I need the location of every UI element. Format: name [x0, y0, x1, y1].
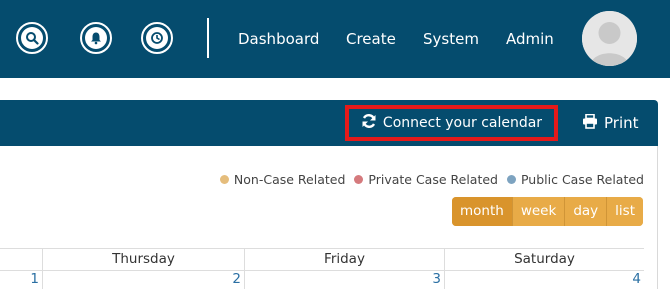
history-button[interactable] — [141, 22, 173, 54]
calendar-grid: Thursday Friday Saturday 1 2 3 4 — [0, 248, 644, 289]
day-header-friday: Friday — [244, 249, 444, 270]
print-button[interactable]: Print — [582, 113, 639, 133]
printer-icon — [582, 113, 598, 133]
avatar[interactable] — [582, 11, 637, 66]
clock-icon — [146, 27, 168, 49]
nav-divider — [207, 18, 209, 58]
sync-icon — [361, 113, 377, 133]
date-link-2[interactable]: 2 — [42, 270, 244, 289]
search-button[interactable] — [16, 22, 48, 54]
view-day-button[interactable]: day — [564, 197, 607, 226]
legend-dot — [506, 175, 516, 184]
view-switcher: month week day list — [452, 197, 643, 226]
legend-label: Non-Case Related — [233, 172, 346, 187]
view-week-button[interactable]: week — [511, 197, 565, 226]
legend-label: Private Case Related — [368, 172, 498, 187]
view-list-button[interactable]: list — [606, 197, 643, 226]
legend-item-private-case: Private Case Related — [354, 172, 498, 187]
nav-link-dashboard[interactable]: Dashboard — [238, 29, 319, 49]
day-header-saturday: Saturday — [444, 249, 644, 270]
top-navbar: Dashboard Create System Admin — [0, 0, 670, 78]
date-link-4[interactable]: 4 — [444, 270, 644, 289]
legend-dot — [219, 175, 229, 184]
legend-label: Public Case Related — [520, 172, 644, 187]
nav-link-admin[interactable]: Admin — [506, 29, 554, 49]
nav-link-create[interactable]: Create — [346, 29, 396, 49]
day-header-thursday: Thursday — [42, 249, 244, 270]
legend-item-public-case: Public Case Related — [506, 172, 644, 187]
date-link-3[interactable]: 3 — [244, 270, 444, 289]
legend-item-non-case: Non-Case Related — [219, 172, 346, 187]
nav-link-system[interactable]: System — [423, 29, 479, 49]
event-legend: Non-Case Related Private Case Related Pu… — [211, 172, 644, 187]
notifications-button[interactable] — [80, 22, 112, 54]
connect-calendar-label: Connect your calendar — [382, 115, 543, 131]
calendar-toolbar: Connect your calendar Print — [0, 100, 658, 146]
calendar-header-row: Thursday Friday Saturday — [0, 248, 644, 271]
view-month-button[interactable]: month — [452, 197, 512, 226]
print-label: Print — [604, 114, 639, 132]
legend-dot — [354, 175, 364, 184]
connect-calendar-button[interactable]: Connect your calendar — [345, 105, 558, 141]
bell-icon — [85, 27, 107, 49]
date-link-1[interactable]: 1 — [0, 270, 42, 289]
search-icon — [21, 27, 43, 49]
